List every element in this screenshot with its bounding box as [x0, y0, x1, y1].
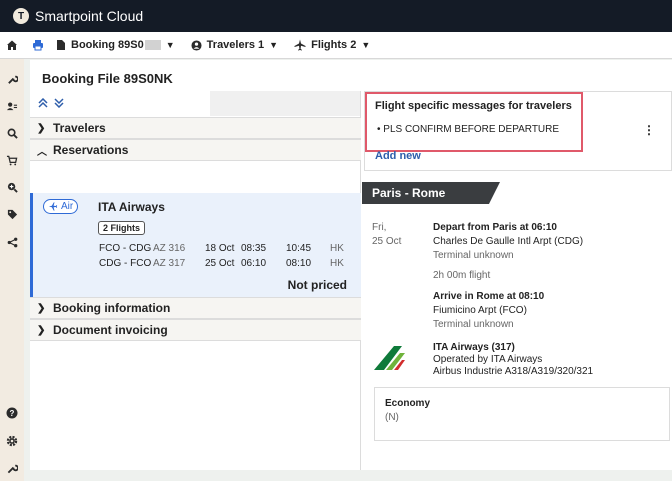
- tag-icon[interactable]: [5, 207, 19, 221]
- wrench-icon[interactable]: [5, 72, 19, 86]
- app-title: Smartpoint Cloud: [35, 8, 144, 24]
- section-booking-information[interactable]: ❯ Booking information: [30, 297, 361, 319]
- segment-route: FCO - CDG: [99, 243, 152, 254]
- aircraft-type: Airbus Industrie A318/A319/320/321: [433, 366, 594, 377]
- chevron-right-icon: ❯: [37, 324, 46, 336]
- depart-title: Depart from Paris at 06:10: [433, 222, 557, 233]
- document-icon: [57, 40, 65, 50]
- section-document-invoicing[interactable]: ❯ Document invoicing: [30, 319, 361, 341]
- help-icon[interactable]: ?: [5, 406, 19, 420]
- flight-duration: 2h 00m flight: [433, 270, 491, 281]
- left-rail: ?: [0, 59, 24, 481]
- chevron-right-icon: ❯: [37, 122, 46, 134]
- message-item: • PLS CONFIRM BEFORE DEPARTURE: [377, 124, 560, 135]
- arrive-title: Arrive in Rome at 08:10: [433, 291, 545, 302]
- chevron-right-icon: ❯: [37, 302, 46, 314]
- app-logo: T: [13, 8, 29, 24]
- cabin-label: Economy: [385, 398, 431, 409]
- segment-row: CDG - FCO AZ 317 25 Oct 06:10 08:10 HK: [99, 258, 349, 271]
- airline-name: ITA Airways: [98, 200, 165, 214]
- arrive-airport: Fiumicino Arpt (FCO): [433, 305, 527, 316]
- masked-text: [144, 40, 161, 50]
- app-header: T Smartpoint Cloud: [0, 0, 672, 32]
- segment-arrival: 10:45: [286, 243, 312, 254]
- segment-row: FCO - CDG AZ 316 18 Oct 08:35 10:45 HK: [99, 243, 349, 256]
- segment-departure: 08:35: [241, 243, 267, 254]
- search-plus-icon[interactable]: [5, 180, 19, 194]
- printer-icon[interactable]: [32, 39, 44, 51]
- message-text: PLS CONFIRM BEFORE DEPARTURE: [383, 124, 560, 135]
- chevron-down-icon: ▼: [269, 40, 279, 50]
- segment-date: 18 Oct: [205, 243, 235, 254]
- segment-status: HK: [330, 258, 344, 269]
- messages-title: Flight specific messages for travelers: [375, 100, 572, 112]
- segment-route: CDG - FCO: [99, 258, 152, 269]
- booking-tabbar: Booking 89S0 ▼ Travelers 1 ▼ Flights 2 ▼: [0, 32, 672, 59]
- tab-flights-label: Flights 2: [311, 39, 357, 51]
- tab-booking[interactable]: Booking 89S0 ▼: [56, 39, 175, 51]
- segment-date: 25 Oct: [205, 258, 235, 269]
- expand-all-icon[interactable]: [54, 97, 64, 111]
- flight-messages-card: Flight specific messages for travelers •…: [364, 91, 672, 171]
- air-badge: Air: [43, 199, 79, 214]
- segment-departure: 06:10: [241, 258, 267, 269]
- home-icon[interactable]: [6, 39, 18, 51]
- price-status: Not priced: [287, 278, 347, 292]
- search-icon[interactable]: [5, 126, 19, 140]
- flight-date: 25 Oct: [372, 236, 402, 247]
- operated-by: Operated by ITA Airways: [433, 354, 543, 365]
- page-title: Booking File 89S0NK: [42, 71, 173, 86]
- reservation-card[interactable]: Air ITA Airways 2 Flights FCO - CDG AZ 3…: [30, 193, 361, 297]
- flight-day: Fri,: [372, 222, 387, 233]
- segment-arrival: 08:10: [286, 258, 312, 269]
- tab-booking-label: Booking 89S0: [71, 39, 144, 51]
- booking-sections-panel: ❯ Travelers ︿ Reservations Air ITA Airwa…: [30, 91, 361, 470]
- gear-icon[interactable]: [5, 434, 19, 448]
- segment-flight: AZ 316: [153, 243, 186, 254]
- section-label: Document invoicing: [53, 323, 168, 337]
- tab-travelers-label: Travelers 1: [206, 39, 265, 51]
- carrier-flight: ITA Airways (317): [433, 342, 515, 353]
- booking-file-view: Booking File 89S0NK ❯ Travelers ︿ Reserv…: [30, 60, 672, 470]
- flight-details-panel: Flight specific messages for travelers •…: [362, 91, 672, 470]
- more-options-icon[interactable]: ⋮: [643, 123, 655, 137]
- add-new-link[interactable]: Add new: [375, 150, 421, 162]
- cabin-class-card: Economy (N): [374, 387, 670, 441]
- class-code: (N): [385, 412, 399, 423]
- svg-text:?: ?: [10, 409, 15, 418]
- share-icon[interactable]: [5, 235, 19, 249]
- segment-flight: AZ 317: [153, 258, 186, 269]
- plane-icon: [294, 39, 306, 51]
- tab-flights[interactable]: Flights 2 ▼: [294, 39, 370, 51]
- arrive-terminal: Terminal unknown: [433, 319, 514, 330]
- collapse-all-icon[interactable]: [38, 97, 48, 111]
- user-circle-icon: [191, 39, 202, 51]
- route-banner: Paris - Rome: [362, 182, 500, 204]
- section-label: Booking information: [53, 301, 171, 315]
- depart-airport: Charles De Gaulle Intl Arpt (CDG): [433, 236, 584, 247]
- segment-status: HK: [330, 243, 344, 254]
- plane-icon: [48, 202, 58, 211]
- chevron-down-icon: ▼: [361, 40, 371, 50]
- flights-count-badge: 2 Flights: [98, 221, 146, 235]
- section-label: Reservations: [53, 143, 129, 157]
- section-travelers[interactable]: ❯ Travelers: [30, 117, 361, 139]
- depart-terminal: Terminal unknown: [433, 250, 514, 261]
- section-reservations[interactable]: ︿ Reservations: [30, 139, 361, 161]
- section-label: Travelers: [53, 121, 106, 135]
- cart-icon[interactable]: [5, 153, 19, 167]
- chevron-down-icon: ▼: [165, 40, 175, 50]
- user-list-icon[interactable]: [5, 99, 19, 113]
- airline-logo: [372, 345, 406, 374]
- tab-travelers[interactable]: Travelers 1 ▼: [191, 39, 278, 51]
- tools-icon[interactable]: [5, 461, 19, 475]
- chevron-up-icon: ︿: [37, 146, 47, 158]
- toolbar-placeholder: [210, 91, 360, 116]
- air-badge-label: Air: [61, 201, 74, 212]
